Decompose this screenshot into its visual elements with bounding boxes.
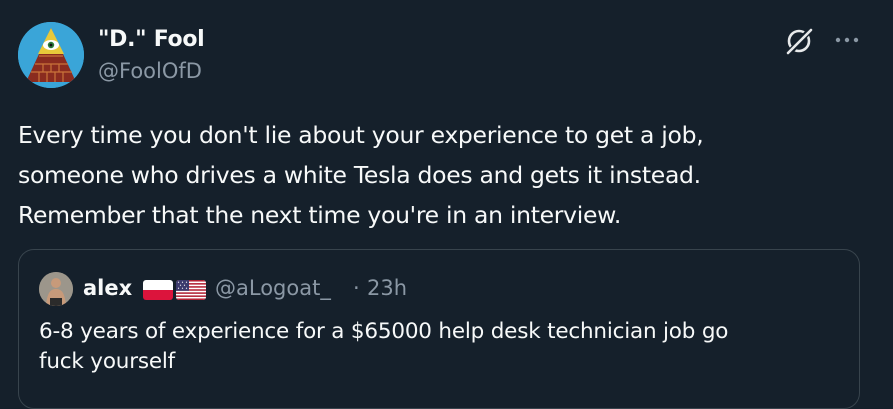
quoted-tweet[interactable]: alex @aLogoat_ · 23h 6-8 years of experi…	[18, 249, 860, 409]
author-avatar[interactable]	[18, 22, 84, 88]
quoted-tweet-text: 6-8 years of experience for a $65000 hel…	[39, 319, 729, 374]
author-handle[interactable]: @FoolOfD	[98, 59, 202, 83]
quoted-handle[interactable]: @aLogoat_	[215, 276, 331, 300]
quoted-author-avatar[interactable]	[39, 272, 73, 306]
quoted-timestamp[interactable]: 23h	[367, 276, 407, 300]
grok-icon	[786, 26, 814, 56]
person-photo-icon	[39, 272, 73, 306]
grok-button[interactable]	[784, 26, 814, 56]
flag-usa-icon	[176, 280, 206, 300]
author-display-name[interactable]: "D." Fool	[98, 27, 205, 52]
tweet[interactable]: "D." Fool @FoolOfD Every time you don't …	[0, 0, 893, 409]
eye-pyramid-avatar-icon	[18, 22, 84, 88]
quoted-display-name[interactable]: alex	[83, 276, 132, 300]
tweet-text: Every time you don't lie about your expe…	[18, 121, 704, 229]
more-button[interactable]	[834, 30, 860, 50]
separator-dot: ·	[353, 276, 360, 300]
flag-poland-icon	[143, 280, 173, 300]
more-icon	[835, 37, 859, 43]
